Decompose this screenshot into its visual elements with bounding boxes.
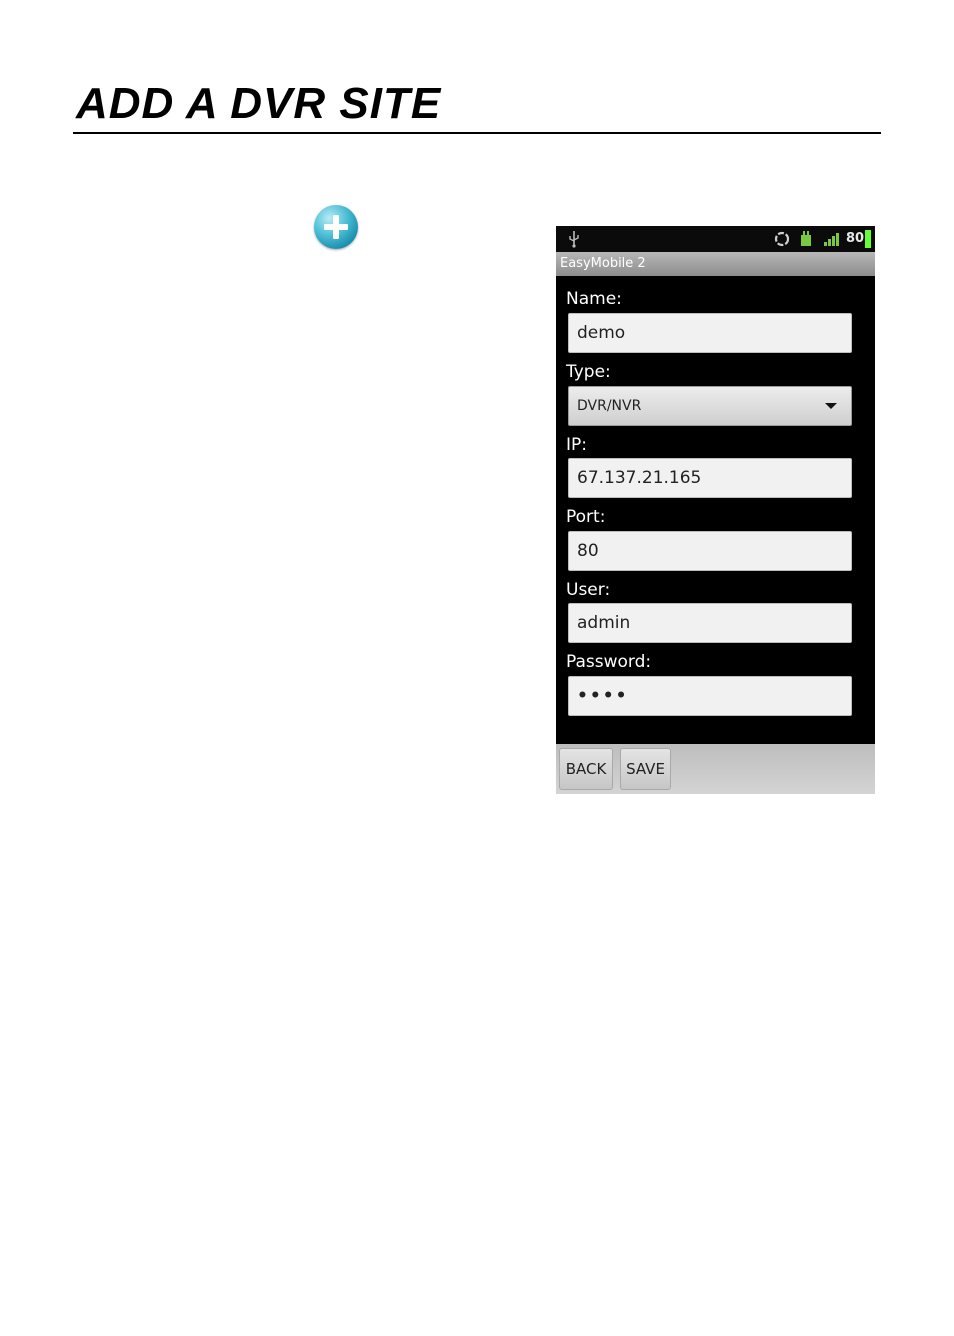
phone-screenshot: 80 EasyMobile 2 Name: Type: DVR/NVR IP: … [556,226,875,794]
type-select-value: DVR/NVR [577,398,642,414]
user-field[interactable] [568,603,852,643]
password-field[interactable] [568,676,852,716]
battery-icon [865,230,871,248]
ip-label: IP: [566,435,587,455]
password-label: Password: [566,652,652,672]
chevron-down-icon [825,403,837,409]
usb-icon [569,231,579,248]
name-label: Name: [566,289,622,309]
user-label: User: [566,580,611,600]
type-label: Type: [566,362,611,382]
plus-circle-icon[interactable] [314,205,358,249]
name-field[interactable] [568,313,852,353]
sim-icon [801,231,811,246]
port-field[interactable] [568,531,852,571]
bottom-button-bar: BACK SAVE [556,744,875,794]
app-title: EasyMobile 2 [560,256,646,271]
port-label: Port: [566,507,606,527]
sync-icon [774,231,790,247]
save-button[interactable]: SAVE [620,748,671,790]
status-bar: 80 [556,226,875,252]
battery-level: 80 [846,231,865,246]
app-title-bar: EasyMobile 2 [556,252,875,276]
ip-field[interactable] [568,458,852,498]
signal-icon [824,233,839,246]
title-divider [73,132,881,134]
type-select[interactable]: DVR/NVR [568,386,852,426]
back-button[interactable]: BACK [559,748,613,790]
page-title: ADD A DVR SITE [76,79,442,128]
